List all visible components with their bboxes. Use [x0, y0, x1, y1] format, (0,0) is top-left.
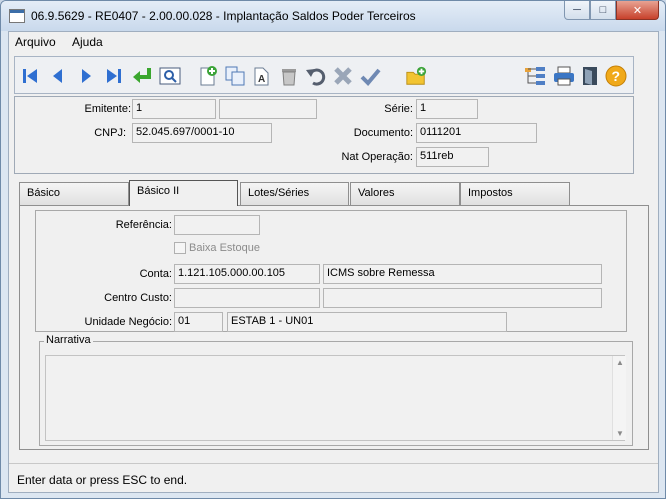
cnpj-field[interactable]: 52.045.697/0001-10	[132, 123, 272, 143]
first-record-icon[interactable]	[19, 65, 41, 87]
svg-text:?: ?	[612, 68, 621, 84]
menu-arquivo[interactable]: Arquivo	[15, 35, 56, 49]
emitente-name-field[interactable]	[219, 99, 317, 119]
close-button[interactable]: ✕	[616, 1, 659, 20]
tab-impostos[interactable]: Impostos	[460, 182, 570, 205]
documento-field[interactable]: 0111201	[416, 123, 537, 143]
toolbar: A ?	[14, 56, 634, 94]
svg-text:A: A	[258, 74, 265, 85]
tab-basico-ii[interactable]: Básico II	[129, 180, 238, 206]
centro-custo-field[interactable]	[174, 288, 320, 308]
narrativa-scrollbar[interactable]: ▲ ▼	[612, 356, 626, 440]
app-icon	[9, 9, 25, 23]
status-text: Enter data or press ESC to end.	[17, 473, 188, 487]
emitente-label: Emitente:	[84, 103, 131, 115]
emitente-field[interactable]: 1	[132, 99, 216, 119]
window-controls: ─ □ ✕	[564, 1, 659, 21]
centro-custo-description-field[interactable]	[323, 288, 602, 308]
cnpj-label: CNPJ:	[94, 127, 126, 139]
delete-record-icon[interactable]	[278, 65, 300, 87]
new-folder-icon[interactable]	[405, 65, 427, 87]
tree-view-icon[interactable]	[524, 65, 546, 87]
centro-custo-label: Centro Custo:	[104, 292, 172, 304]
narrativa-label: Narrativa	[44, 334, 93, 346]
checkbox-box[interactable]	[174, 242, 186, 254]
exit-door-icon[interactable]	[579, 65, 601, 87]
print-icon[interactable]	[553, 65, 575, 87]
go-to-icon[interactable]	[131, 65, 153, 87]
maximize-button[interactable]: □	[590, 1, 616, 20]
copy-record-icon[interactable]	[224, 65, 246, 87]
menu-bar: Arquivo Ajuda	[9, 32, 658, 51]
tab-lotes-series[interactable]: Lotes/Séries	[240, 182, 349, 205]
referencia-field[interactable]	[174, 215, 260, 235]
zoom-search-icon[interactable]	[159, 65, 181, 87]
tab-panel-basico-ii: Referência: Baixa Estoque Conta: 1.121.1…	[19, 205, 649, 450]
help-icon[interactable]: ?	[605, 65, 627, 87]
application-window: 06.9.5629 - RE0407 - 2.00.00.028 - Impla…	[0, 0, 666, 499]
nat-operacao-field[interactable]: 511reb	[416, 147, 489, 167]
tab-valores[interactable]: Valores	[350, 182, 460, 205]
scroll-down-icon[interactable]: ▼	[616, 429, 624, 438]
conta-label: Conta:	[139, 268, 172, 280]
status-bar: Enter data or press ESC to end.	[9, 463, 658, 492]
previous-record-icon[interactable]	[47, 65, 69, 87]
confirm-icon[interactable]	[359, 65, 381, 87]
serie-field[interactable]: 1	[416, 99, 478, 119]
form-group: Referência: Baixa Estoque Conta: 1.121.1…	[35, 210, 627, 332]
conta-description-field[interactable]: ICMS sobre Remessa	[323, 264, 602, 284]
referencia-label: Referência:	[115, 219, 172, 231]
documento-label: Documento:	[353, 127, 413, 139]
new-record-icon[interactable]	[197, 65, 219, 87]
unidade-negocio-field[interactable]: 01	[174, 312, 223, 332]
cancel-icon[interactable]	[332, 65, 354, 87]
last-record-icon[interactable]	[103, 65, 125, 87]
serie-label: Série:	[384, 103, 413, 115]
baixa-estoque-checkbox[interactable]: Baixa Estoque	[174, 242, 260, 254]
undo-icon[interactable]	[305, 65, 327, 87]
menu-ajuda[interactable]: Ajuda	[72, 35, 103, 49]
header-panel: Emitente: 1 CNPJ: 52.045.697/0001-10 Sér…	[14, 96, 634, 174]
title-bar: 06.9.5629 - RE0407 - 2.00.00.028 - Impla…	[1, 1, 665, 31]
narrativa-textarea[interactable]	[45, 355, 625, 441]
window-title: 06.9.5629 - RE0407 - 2.00.00.028 - Impla…	[31, 9, 416, 23]
baixa-estoque-label: Baixa Estoque	[189, 242, 260, 254]
unidade-negocio-description-field[interactable]: ESTAB 1 - UN01	[227, 312, 507, 332]
edit-record-icon[interactable]: A	[251, 65, 273, 87]
nat-operacao-label: Nat Operação:	[341, 151, 413, 163]
client-area: Arquivo Ajuda A ? Emitente: 1 CNPJ: 52.0…	[8, 31, 659, 493]
tab-basico[interactable]: Básico	[19, 182, 129, 205]
next-record-icon[interactable]	[75, 65, 97, 87]
unidade-negocio-label: Unidade Negócio:	[84, 316, 172, 328]
minimize-button[interactable]: ─	[564, 1, 590, 20]
conta-field[interactable]: 1.121.105.000.00.105	[174, 264, 320, 284]
scroll-up-icon[interactable]: ▲	[616, 358, 624, 367]
narrativa-group: Narrativa ▲ ▼	[39, 334, 633, 446]
